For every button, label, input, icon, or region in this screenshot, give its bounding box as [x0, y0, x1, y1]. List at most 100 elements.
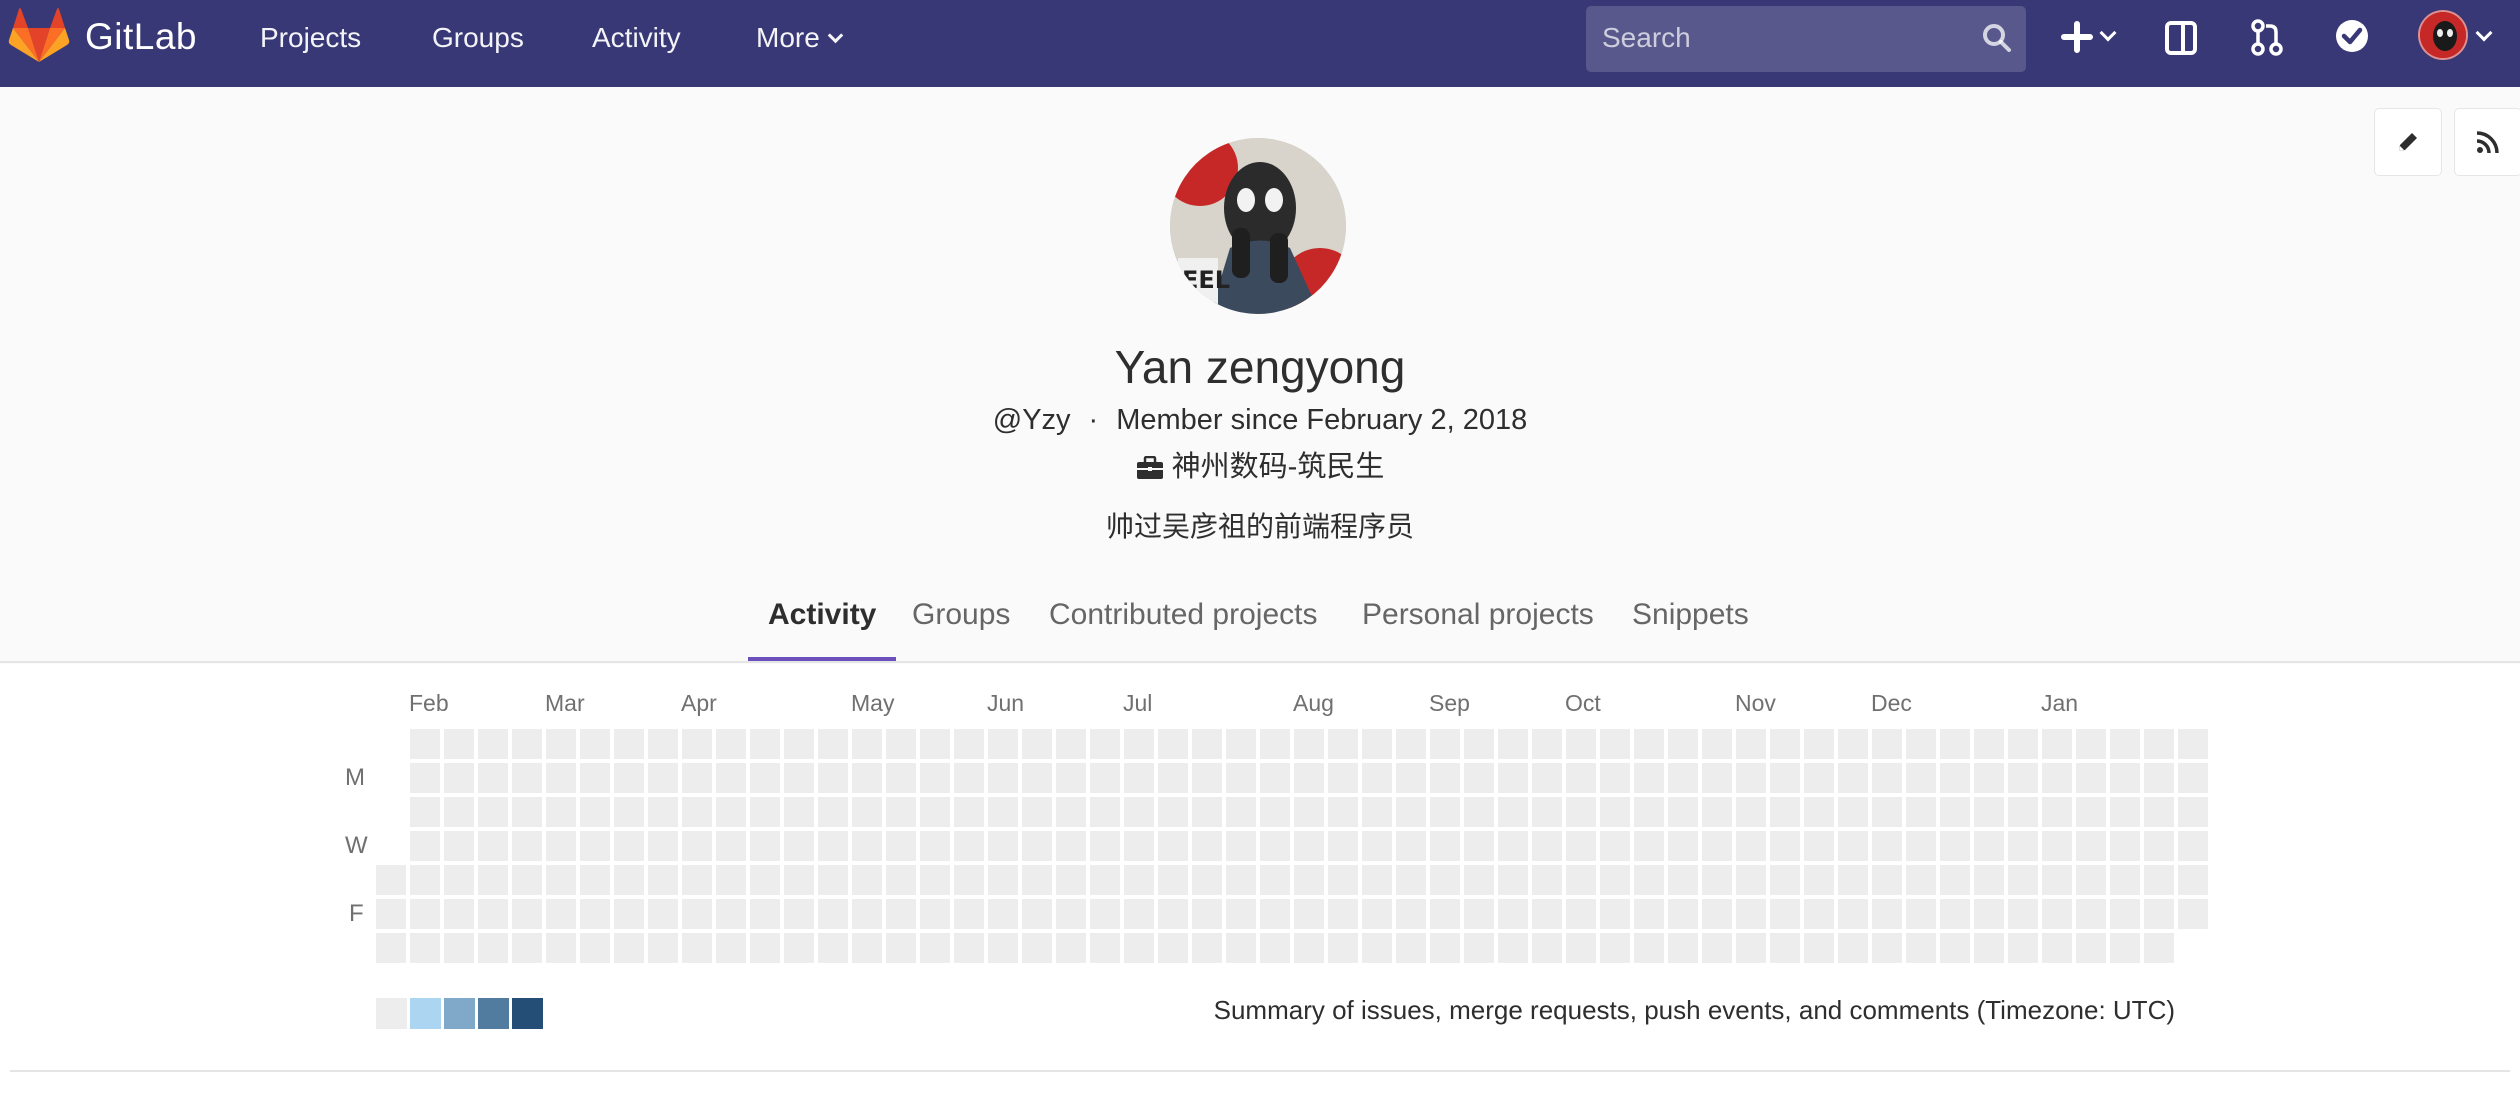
calendar-day-cell[interactable]: [1498, 797, 1528, 827]
calendar-day-cell[interactable]: [1464, 831, 1494, 861]
calendar-day-cell[interactable]: [1974, 933, 2004, 963]
calendar-day-cell[interactable]: [1668, 933, 1698, 963]
calendar-day-cell[interactable]: [1566, 729, 1596, 759]
calendar-day-cell[interactable]: [1838, 763, 1868, 793]
calendar-day-cell[interactable]: [1770, 933, 1800, 963]
calendar-day-cell[interactable]: [1668, 763, 1698, 793]
calendar-day-cell[interactable]: [1872, 899, 1902, 929]
calendar-day-cell[interactable]: [920, 865, 950, 895]
calendar-day-cell[interactable]: [2008, 933, 2038, 963]
calendar-day-cell[interactable]: [2110, 831, 2140, 861]
calendar-day-cell[interactable]: [1906, 729, 1936, 759]
calendar-day-cell[interactable]: [444, 797, 474, 827]
calendar-day-cell[interactable]: [546, 831, 576, 861]
calendar-day-cell[interactable]: [1702, 899, 1732, 929]
calendar-day-cell[interactable]: [1634, 797, 1664, 827]
calendar-day-cell[interactable]: [1192, 865, 1222, 895]
calendar-day-cell[interactable]: [2042, 729, 2072, 759]
calendar-day-cell[interactable]: [716, 797, 746, 827]
calendar-day-cell[interactable]: [1498, 899, 1528, 929]
calendar-day-cell[interactable]: [818, 797, 848, 827]
calendar-day-cell[interactable]: [716, 933, 746, 963]
calendar-day-cell[interactable]: [1770, 797, 1800, 827]
tab-activity[interactable]: Activity: [748, 590, 897, 661]
calendar-day-cell[interactable]: [444, 831, 474, 861]
calendar-day-cell[interactable]: [988, 865, 1018, 895]
calendar-day-cell[interactable]: [1294, 763, 1324, 793]
calendar-day-cell[interactable]: [1124, 899, 1154, 929]
calendar-day-cell[interactable]: [1090, 763, 1120, 793]
calendar-day-cell[interactable]: [2110, 797, 2140, 827]
calendar-day-cell[interactable]: [1532, 933, 1562, 963]
calendar-day-cell[interactable]: [852, 933, 882, 963]
calendar-day-cell[interactable]: [1124, 865, 1154, 895]
calendar-day-cell[interactable]: [1634, 729, 1664, 759]
calendar-day-cell[interactable]: [614, 729, 644, 759]
calendar-day-cell[interactable]: [1294, 797, 1324, 827]
tab-snippets[interactable]: Snippets: [1612, 590, 1769, 661]
calendar-day-cell[interactable]: [1736, 899, 1766, 929]
calendar-day-cell[interactable]: [2178, 797, 2208, 827]
calendar-day-cell[interactable]: [920, 831, 950, 861]
calendar-day-cell[interactable]: [410, 797, 440, 827]
calendar-day-cell[interactable]: [2008, 831, 2038, 861]
calendar-day-cell[interactable]: [1532, 831, 1562, 861]
calendar-day-cell[interactable]: [682, 729, 712, 759]
calendar-day-cell[interactable]: [682, 865, 712, 895]
calendar-day-cell[interactable]: [750, 933, 780, 963]
calendar-day-cell[interactable]: [1906, 933, 1936, 963]
calendar-day-cell[interactable]: [1328, 865, 1358, 895]
calendar-day-cell[interactable]: [1940, 797, 1970, 827]
calendar-day-cell[interactable]: [1226, 729, 1256, 759]
calendar-day-cell[interactable]: [1226, 933, 1256, 963]
calendar-day-cell[interactable]: [1838, 865, 1868, 895]
calendar-day-cell[interactable]: [478, 831, 508, 861]
calendar-day-cell[interactable]: [1294, 933, 1324, 963]
calendar-day-cell[interactable]: [1464, 899, 1494, 929]
calendar-day-cell[interactable]: [818, 763, 848, 793]
calendar-day-cell[interactable]: [580, 933, 610, 963]
calendar-day-cell[interactable]: [1634, 865, 1664, 895]
calendar-day-cell[interactable]: [2076, 865, 2106, 895]
calendar-day-cell[interactable]: [716, 729, 746, 759]
chevron-down-icon[interactable]: [2099, 24, 2117, 42]
calendar-day-cell[interactable]: [784, 729, 814, 759]
nav-activity[interactable]: Activity: [592, 22, 681, 54]
calendar-day-cell[interactable]: [1362, 865, 1392, 895]
calendar-day-cell[interactable]: [1974, 865, 2004, 895]
calendar-day-cell[interactable]: [784, 933, 814, 963]
calendar-day-cell[interactable]: [2008, 899, 2038, 929]
calendar-day-cell[interactable]: [1022, 865, 1052, 895]
calendar-day-cell[interactable]: [1260, 797, 1290, 827]
calendar-day-cell[interactable]: [376, 865, 406, 895]
calendar-day-cell[interactable]: [546, 865, 576, 895]
calendar-day-cell[interactable]: [1430, 899, 1460, 929]
calendar-day-cell[interactable]: [750, 763, 780, 793]
calendar-day-cell[interactable]: [580, 865, 610, 895]
calendar-day-cell[interactable]: [1260, 899, 1290, 929]
calendar-day-cell[interactable]: [1124, 933, 1154, 963]
calendar-day-cell[interactable]: [818, 831, 848, 861]
calendar-day-cell[interactable]: [2042, 797, 2072, 827]
calendar-day-cell[interactable]: [920, 763, 950, 793]
calendar-day-cell[interactable]: [1906, 797, 1936, 827]
calendar-day-cell[interactable]: [1090, 899, 1120, 929]
calendar-day-cell[interactable]: [512, 797, 542, 827]
calendar-day-cell[interactable]: [2144, 763, 2174, 793]
calendar-day-cell[interactable]: [1872, 763, 1902, 793]
calendar-day-cell[interactable]: [750, 729, 780, 759]
calendar-day-cell[interactable]: [2076, 899, 2106, 929]
calendar-day-cell[interactable]: [1498, 729, 1528, 759]
calendar-day-cell[interactable]: [988, 831, 1018, 861]
calendar-day-cell[interactable]: [1906, 763, 1936, 793]
calendar-day-cell[interactable]: [2178, 831, 2208, 861]
calendar-day-cell[interactable]: [2144, 865, 2174, 895]
calendar-day-cell[interactable]: [1158, 933, 1188, 963]
calendar-day-cell[interactable]: [1056, 729, 1086, 759]
calendar-day-cell[interactable]: [2008, 729, 2038, 759]
calendar-day-cell[interactable]: [614, 865, 644, 895]
calendar-day-cell[interactable]: [716, 763, 746, 793]
calendar-day-cell[interactable]: [1124, 763, 1154, 793]
calendar-day-cell[interactable]: [1736, 729, 1766, 759]
calendar-day-cell[interactable]: [478, 933, 508, 963]
